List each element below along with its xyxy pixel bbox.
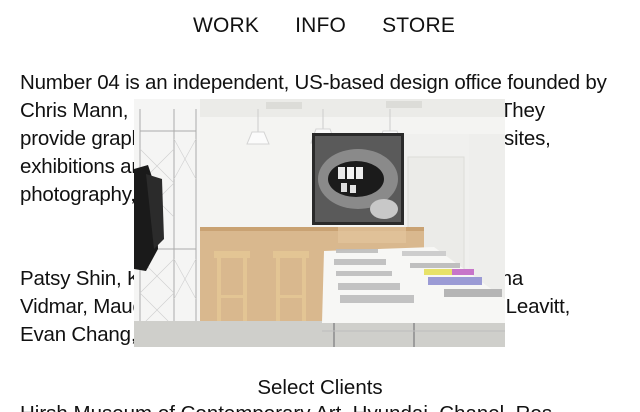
studio-photo-graphic — [134, 99, 505, 347]
nav-info-link[interactable]: INFO — [295, 14, 346, 38]
nav-store-link[interactable]: STORE — [382, 14, 455, 38]
clients-partial-line: Hirsh Museum of Contemporary Art, Hyunda… — [20, 402, 620, 412]
main-nav: WORK INFO STORE — [0, 14, 640, 38]
nav-work-link[interactable]: WORK — [193, 14, 259, 38]
select-clients-heading: Select Clients — [257, 376, 383, 399]
studio-photo — [134, 99, 505, 347]
about-line: Number 04 is an independent, US-based de… — [20, 71, 607, 94]
